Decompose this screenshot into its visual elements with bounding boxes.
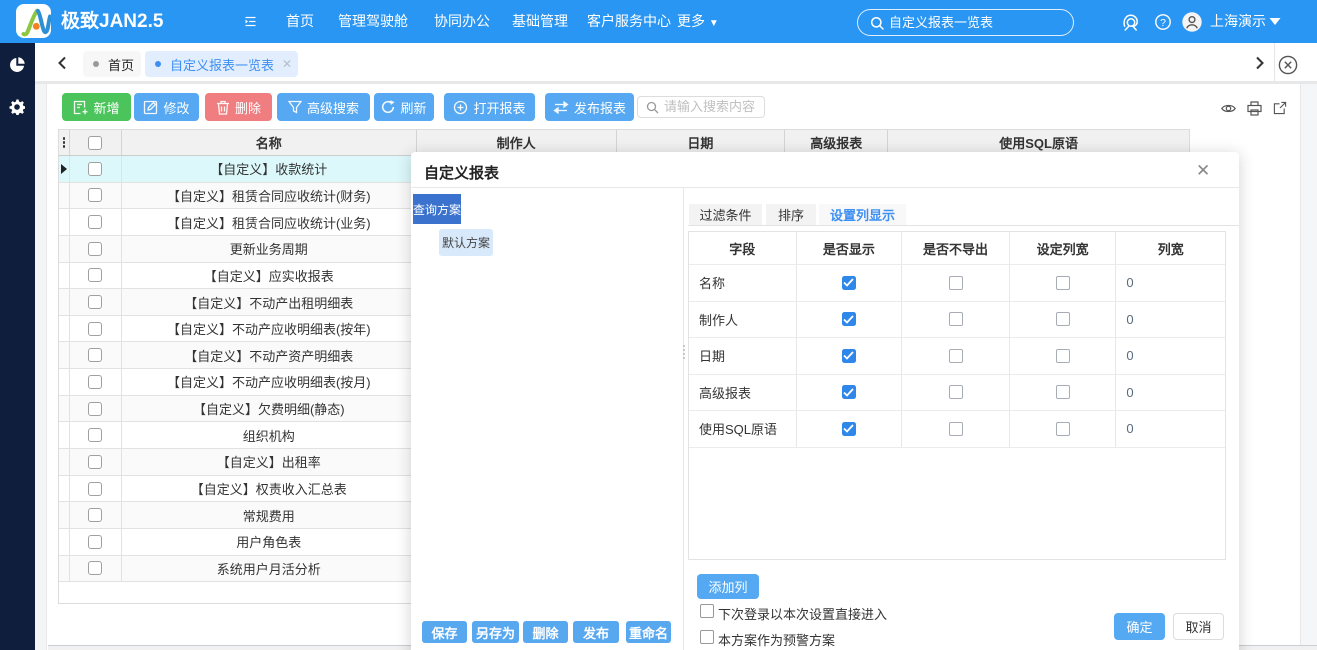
svg-text:?: ?: [1160, 16, 1166, 28]
